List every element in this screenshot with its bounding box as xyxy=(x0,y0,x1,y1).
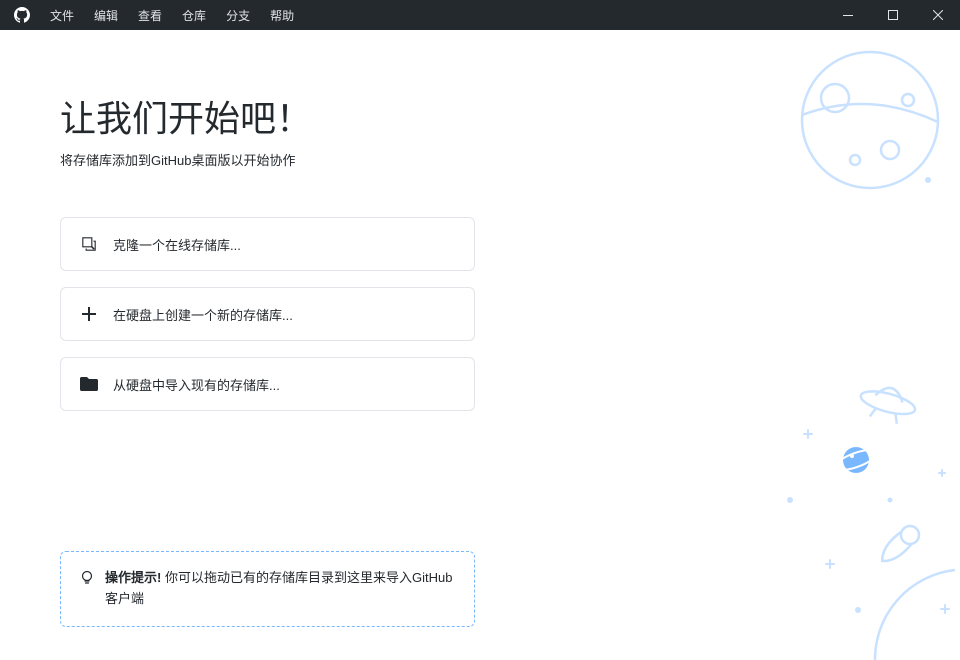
add-repo-label: 从硬盘中导入现有的存储库... xyxy=(113,375,280,394)
pro-tip-box: 操作提示! 你可以拖动已有的存储库目录到这里来导入GitHub客户端 xyxy=(60,551,475,627)
clone-repo-button[interactable]: 克隆一个在线存储库... xyxy=(60,217,475,271)
github-logo-icon xyxy=(14,7,30,23)
titlebar: 文件 编辑 查看 仓库 分支 帮助 xyxy=(0,0,960,30)
menu-branch[interactable]: 分支 xyxy=(216,0,260,30)
menu-view[interactable]: 查看 xyxy=(128,0,172,30)
create-repo-label: 在硬盘上创建一个新的存储库... xyxy=(113,305,293,324)
add-repo-button[interactable]: 从硬盘中导入现有的存储库... xyxy=(60,357,475,411)
pro-tip-prefix: 操作提示! xyxy=(105,570,161,585)
planet-decoration-icon xyxy=(780,40,950,210)
menu-file[interactable]: 文件 xyxy=(40,0,84,30)
close-button[interactable] xyxy=(915,0,960,30)
minimize-button[interactable] xyxy=(825,0,870,30)
menu-edit[interactable]: 编辑 xyxy=(84,0,128,30)
clone-repo-label: 克隆一个在线存储库... xyxy=(113,235,241,254)
plus-icon xyxy=(79,304,99,324)
menu-bar: 文件 编辑 查看 仓库 分支 帮助 xyxy=(40,0,304,30)
clone-repo-icon xyxy=(79,234,99,254)
menu-help[interactable]: 帮助 xyxy=(260,0,304,30)
space-decoration-icon xyxy=(760,360,960,660)
pro-tip-text: 操作提示! 你可以拖动已有的存储库目录到这里来导入GitHub客户端 xyxy=(105,568,456,610)
action-list: 克隆一个在线存储库... 在硬盘上创建一个新的存储库... 从硬盘中导入现有的存… xyxy=(60,217,475,411)
lightbulb-icon xyxy=(79,570,95,591)
window-controls xyxy=(825,0,960,30)
maximize-button[interactable] xyxy=(870,0,915,30)
folder-icon xyxy=(79,374,99,394)
menu-repository[interactable]: 仓库 xyxy=(172,0,216,30)
create-repo-button[interactable]: 在硬盘上创建一个新的存储库... xyxy=(60,287,475,341)
